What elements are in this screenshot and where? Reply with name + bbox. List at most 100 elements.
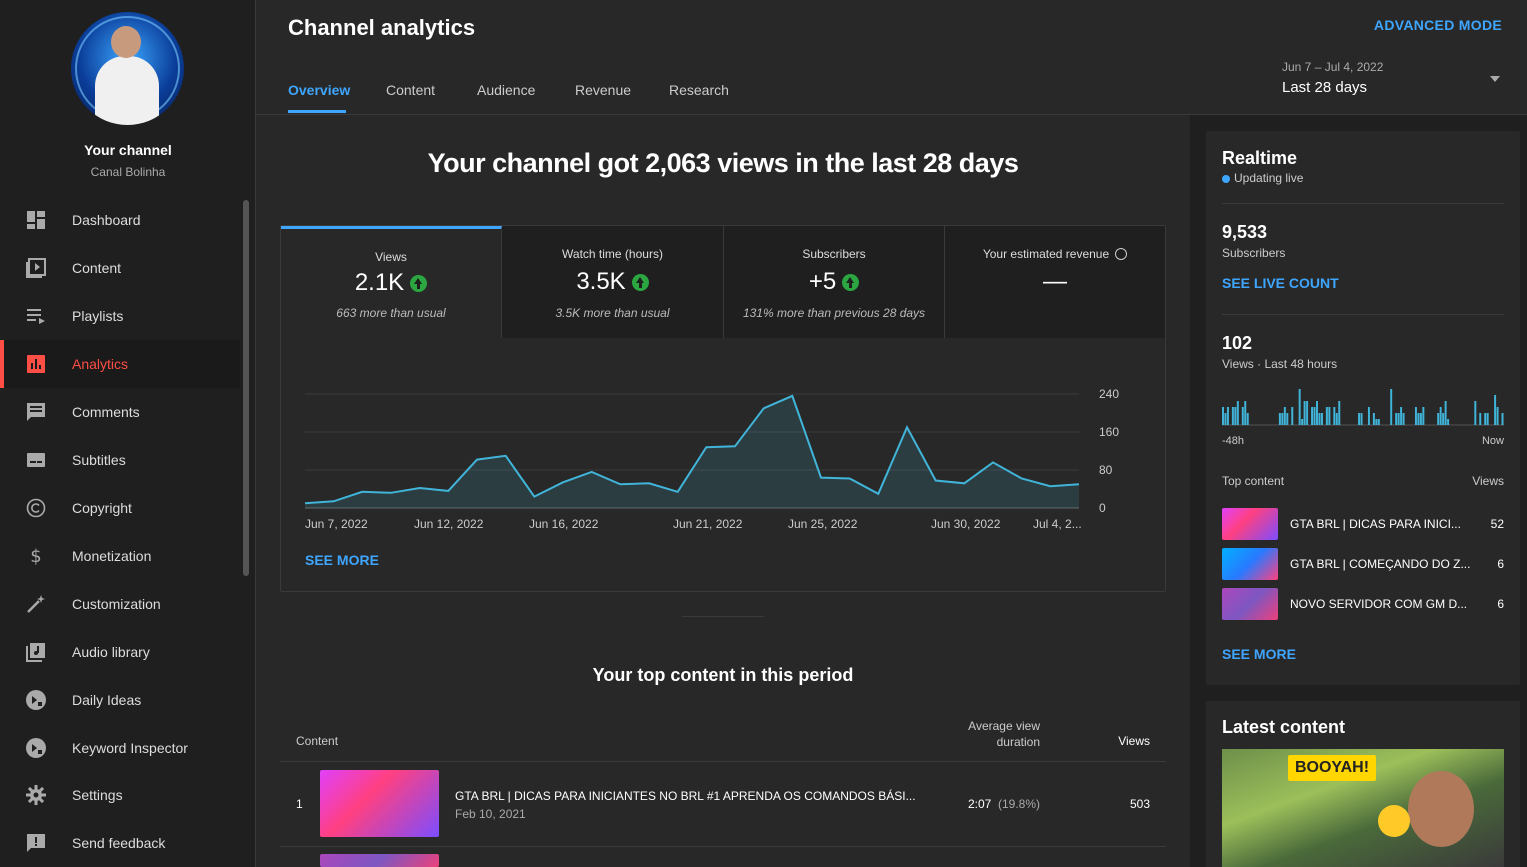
tab-research[interactable]: Research [669, 82, 729, 98]
realtime-bar[interactable] [1298, 389, 1301, 425]
realtime-bar[interactable] [1372, 413, 1375, 425]
realtime-bar[interactable] [1303, 401, 1306, 425]
realtime-bar[interactable] [1375, 419, 1378, 425]
realtime-bar[interactable] [1437, 413, 1440, 425]
tab-overview[interactable]: Overview [288, 82, 350, 98]
realtime-bar[interactable] [1360, 413, 1363, 425]
realtime-bar[interactable] [1494, 395, 1497, 425]
sidebar-item-copyright[interactable]: Copyright [0, 484, 240, 532]
views-chart[interactable]: 240 160 80 0 Jun 7, 2022 Jun 12, 2022 Jun 16, … [281, 366, 1165, 556]
date-range-text[interactable]: Jun 7 – Jul 4, 2022 [1282, 60, 1383, 74]
realtime-bar[interactable] [1479, 413, 1482, 425]
realtime-bar-chart[interactable] [1222, 381, 1504, 427]
video-thumbnail[interactable] [320, 854, 439, 867]
sidebar-item-customization[interactable]: Customization [0, 580, 240, 628]
realtime-bar[interactable] [1291, 407, 1294, 425]
realtime-bar[interactable] [1301, 419, 1304, 425]
realtime-bar[interactable] [1313, 407, 1316, 425]
realtime-bar[interactable] [1311, 407, 1314, 425]
video-title[interactable]: GTA BRL | DICAS PARA INICIANTES NO BRL #… [455, 789, 916, 803]
see-more-button[interactable]: SEE MORE [1222, 646, 1296, 662]
col-views[interactable]: Views [1118, 734, 1150, 748]
realtime-bar[interactable] [1244, 401, 1247, 425]
realtime-bar[interactable] [1395, 413, 1398, 425]
realtime-bar[interactable] [1422, 407, 1425, 425]
sidebar-item-monetization[interactable]: $ Monetization [0, 532, 240, 580]
date-range-label[interactable]: Last 28 days [1282, 79, 1367, 96]
metric-revenue[interactable]: Your estimated revenue — [945, 226, 1165, 338]
realtime-bar[interactable] [1402, 413, 1405, 425]
realtime-bar[interactable] [1234, 407, 1237, 425]
realtime-bar[interactable] [1484, 413, 1487, 425]
sidebar-item-comments[interactable]: Comments [0, 388, 240, 436]
metric-watch-time[interactable]: Watch time (hours) 3.5K 3.5K more than u… [502, 226, 724, 338]
chevron-down-icon[interactable] [1490, 76, 1500, 82]
realtime-bar[interactable] [1246, 413, 1249, 425]
realtime-bar[interactable] [1419, 413, 1422, 425]
realtime-bar[interactable] [1414, 407, 1417, 425]
realtime-bar[interactable] [1442, 413, 1445, 425]
tab-revenue[interactable]: Revenue [575, 82, 631, 98]
table-row[interactable]: 1 GTA BRL | DICAS PARA INICIANTES NO BRL… [280, 763, 1166, 847]
metric-subscribers[interactable]: Subscribers +5 131% more than previous 2… [724, 226, 945, 338]
realtime-bar[interactable] [1222, 407, 1224, 425]
video-thumbnail[interactable] [1222, 508, 1278, 540]
realtime-bar[interactable] [1278, 413, 1281, 425]
realtime-bar[interactable] [1338, 401, 1341, 425]
sidebar-item-content[interactable]: Content [0, 244, 240, 292]
sidebar-item-subtitles[interactable]: Subtitles [0, 436, 240, 484]
realtime-bar[interactable] [1318, 413, 1321, 425]
realtime-bar[interactable] [1400, 407, 1403, 425]
see-more-button[interactable]: SEE MORE [305, 552, 379, 568]
video-title[interactable]: GTA BRL | DICAS PARA INICI... [1290, 517, 1461, 531]
realtime-bar[interactable] [1281, 413, 1284, 425]
sidebar-item-dashboard[interactable]: Dashboard [0, 196, 240, 244]
realtime-bar[interactable] [1474, 401, 1477, 425]
channel-avatar[interactable] [71, 12, 184, 125]
realtime-bar[interactable] [1231, 407, 1234, 425]
realtime-bar[interactable] [1328, 407, 1331, 425]
realtime-bar[interactable] [1397, 413, 1400, 425]
video-thumbnail[interactable] [320, 770, 439, 837]
sidebar-item-analytics[interactable]: Analytics [0, 340, 240, 388]
col-avd[interactable]: Average view duration [940, 718, 1040, 750]
realtime-bar[interactable] [1496, 407, 1499, 425]
tab-audience[interactable]: Audience [477, 82, 535, 98]
sidebar-scrollbar[interactable] [243, 200, 249, 576]
tab-content[interactable]: Content [386, 82, 435, 98]
realtime-bar[interactable] [1224, 413, 1227, 425]
see-live-count-button[interactable]: SEE LIVE COUNT [1222, 275, 1339, 291]
video-title[interactable]: GTA BRL | COMEÇANDO DO Z... [1290, 557, 1470, 571]
realtime-bar[interactable] [1358, 413, 1361, 425]
video-thumbnail[interactable] [1222, 548, 1278, 580]
realtime-bar[interactable] [1335, 413, 1338, 425]
sidebar-item-keyword-inspector[interactable]: Keyword Inspector [0, 724, 240, 772]
list-item[interactable]: GTA BRL | DICAS PARA INICI... 52 [1222, 508, 1504, 540]
video-thumbnail[interactable] [1222, 588, 1278, 620]
realtime-bar[interactable] [1333, 407, 1336, 425]
realtime-bar[interactable] [1447, 419, 1450, 425]
clock-icon[interactable] [1115, 248, 1128, 260]
realtime-bar[interactable] [1501, 413, 1504, 425]
realtime-bar[interactable] [1286, 413, 1289, 425]
realtime-bar[interactable] [1283, 407, 1286, 425]
list-item[interactable]: NOVO SERVIDOR COM GM D... 6 [1222, 588, 1504, 620]
realtime-bar[interactable] [1320, 413, 1323, 425]
advanced-mode-button[interactable]: ADVANCED MODE [1374, 17, 1502, 33]
realtime-bar[interactable] [1325, 407, 1328, 425]
sidebar-item-settings[interactable]: Settings [0, 771, 240, 819]
latest-video-thumbnail[interactable]: BOOYAH! [1222, 749, 1504, 867]
sidebar-item-send-feedback[interactable]: Send feedback [0, 819, 240, 867]
sidebar-item-audio-library[interactable]: Audio library [0, 628, 240, 676]
realtime-bar[interactable] [1241, 407, 1244, 425]
realtime-bar[interactable] [1306, 401, 1309, 425]
realtime-bar[interactable] [1236, 401, 1239, 425]
realtime-bar[interactable] [1390, 389, 1393, 425]
video-title[interactable]: NOVO SERVIDOR COM GM D... [1290, 597, 1467, 611]
realtime-bar[interactable] [1316, 401, 1318, 425]
realtime-bar[interactable] [1439, 407, 1442, 425]
list-item[interactable]: GTA BRL | COMEÇANDO DO Z... 6 [1222, 548, 1504, 580]
realtime-bar[interactable] [1377, 419, 1380, 425]
realtime-bar[interactable] [1444, 401, 1447, 425]
realtime-bar[interactable] [1486, 413, 1489, 425]
